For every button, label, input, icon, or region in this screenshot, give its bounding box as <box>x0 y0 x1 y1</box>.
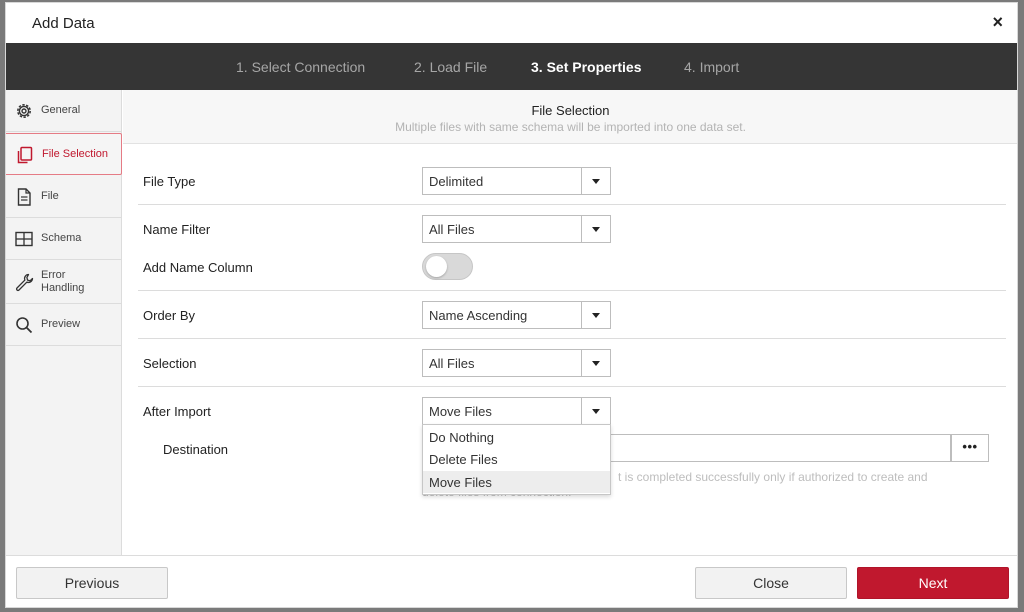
option-delete-files[interactable]: Delete Files <box>423 448 610 470</box>
name-filter-label: Name Filter <box>143 222 211 237</box>
section-header: File Selection Multiple files with same … <box>123 90 1017 144</box>
file-type-select[interactable]: Delimited <box>422 167 611 195</box>
select-value: Delimited <box>429 174 484 189</box>
close-button[interactable]: Close <box>695 567 847 599</box>
sidebar-item-file[interactable]: File <box>6 176 122 218</box>
next-button[interactable]: Next <box>857 567 1009 599</box>
name-filter-select[interactable]: All Files <box>422 215 611 243</box>
divider <box>138 204 1006 205</box>
dialog-title: Add Data <box>32 15 95 32</box>
chevron-down-icon[interactable] <box>581 216 610 242</box>
select-value: All Files <box>429 222 475 237</box>
sidebar: General File Selection File Schema Error… <box>6 90 122 555</box>
sidebar-item-label: General <box>41 104 81 116</box>
step-select-connection[interactable]: 1. Select Connection <box>236 59 365 75</box>
file-selection-panel: File Selection Multiple files with same … <box>123 90 1017 555</box>
add-name-column-label: Add Name Column <box>143 260 253 275</box>
section-subtitle: Multiple files with same schema will be … <box>395 120 746 134</box>
chevron-down-icon[interactable] <box>581 398 610 424</box>
sidebar-item-preview[interactable]: Preview <box>6 304 122 346</box>
after-import-label: After Import <box>143 404 211 419</box>
select-value: Move Files <box>429 404 492 419</box>
order-by-label: Order By <box>143 308 196 323</box>
after-import-dropdown-list: Do Nothing Delete Files Move Files <box>422 424 611 495</box>
ellipsis-icon: ••• <box>962 439 978 454</box>
wrench-icon <box>15 273 34 292</box>
file-type-label: File Type <box>143 174 196 189</box>
dialog-titlebar: Add Data × <box>6 3 1017 43</box>
selection-label: Selection <box>143 356 197 371</box>
destination-label: Destination <box>163 442 229 457</box>
dialog-footer: Previous Close Next <box>6 555 1017 607</box>
step-set-properties[interactable]: 3. Set Properties <box>531 59 642 75</box>
chevron-down-icon[interactable] <box>581 168 610 194</box>
sidebar-item-label: Preview <box>41 318 81 330</box>
selection-select[interactable]: All Files <box>422 349 611 377</box>
file-icon <box>17 188 31 206</box>
select-value: All Files <box>429 356 475 371</box>
browse-button[interactable]: ••• <box>951 434 989 462</box>
sidebar-item-label: File <box>41 190 59 202</box>
section-title: File Selection <box>531 103 610 118</box>
sidebar-item-label: File Selection <box>42 148 109 160</box>
chevron-down-icon[interactable] <box>581 302 610 328</box>
step-import[interactable]: 4. Import <box>684 59 739 75</box>
magnifier-icon <box>16 317 33 334</box>
divider <box>138 338 1006 339</box>
sidebar-item-error-handling[interactable]: Error Handling <box>6 261 122 304</box>
wizard-steps: 1. Select Connection 2. Load File 3. Set… <box>6 43 1017 90</box>
close-icon[interactable]: × <box>992 13 1003 31</box>
divider <box>138 386 1006 387</box>
after-import-select[interactable]: Move Files <box>422 397 611 425</box>
add-data-dialog: Add Data × 1. Select Connection 2. Load … <box>5 2 1018 608</box>
toggle-knob <box>426 256 447 277</box>
select-value: Name Ascending <box>429 308 528 323</box>
order-by-select[interactable]: Name Ascending <box>422 301 611 329</box>
previous-button[interactable]: Previous <box>16 567 168 599</box>
sidebar-item-label: Schema <box>41 232 82 244</box>
step-load-file[interactable]: 2. Load File <box>414 59 487 75</box>
sidebar-item-label: Error Handling <box>41 269 85 294</box>
sidebar-item-general[interactable]: General <box>6 90 122 132</box>
table-icon <box>15 231 33 247</box>
sidebar-item-schema[interactable]: Schema <box>6 218 122 260</box>
option-do-nothing[interactable]: Do Nothing <box>423 426 610 448</box>
sidebar-item-file-selection[interactable]: File Selection <box>6 133 122 175</box>
divider <box>138 290 1006 291</box>
add-name-column-toggle[interactable] <box>422 253 473 280</box>
option-move-files[interactable]: Move Files <box>423 471 610 493</box>
chevron-down-icon[interactable] <box>581 350 610 376</box>
copy-files-icon <box>17 146 33 164</box>
gear-icon <box>17 104 31 118</box>
